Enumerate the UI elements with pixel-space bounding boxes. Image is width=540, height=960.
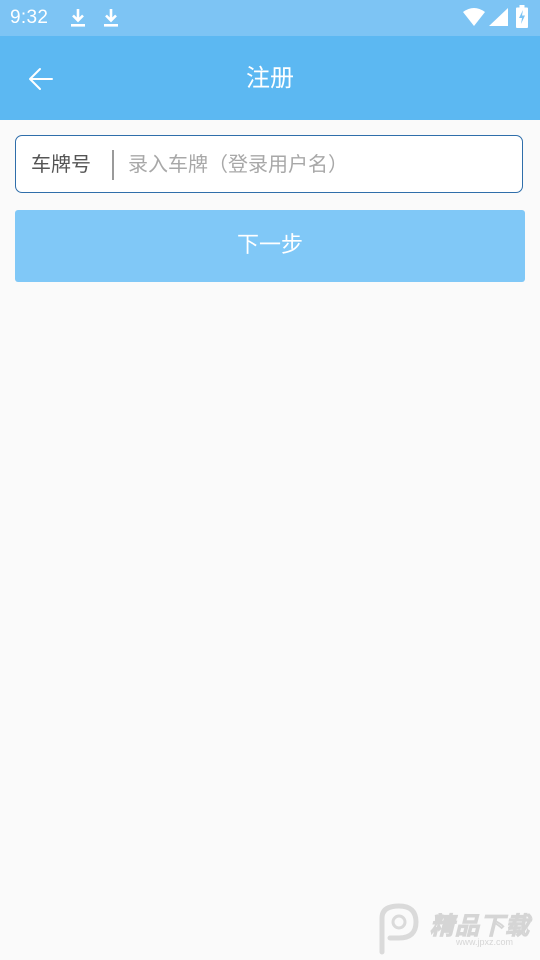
watermark: 精品下载 www.jpxz.com bbox=[372, 900, 536, 958]
page-title: 注册 bbox=[246, 64, 294, 92]
arrow-left-icon bbox=[29, 68, 53, 90]
next-step-button[interactable]: 下一步 bbox=[15, 210, 525, 282]
download-icon bbox=[71, 9, 85, 27]
watermark-url: www.jpxz.com bbox=[456, 937, 514, 947]
watermark-logo-icon bbox=[379, 903, 419, 955]
back-button[interactable] bbox=[16, 54, 66, 104]
field-divider bbox=[112, 150, 114, 180]
watermark-text: 精品下载 bbox=[430, 912, 530, 941]
signal-icon bbox=[489, 8, 508, 26]
status-time: 9:32 bbox=[10, 7, 49, 28]
wifi-icon bbox=[463, 8, 485, 26]
battery-charging-icon bbox=[516, 5, 528, 28]
plate-number-field[interactable]: 车牌号 bbox=[15, 135, 523, 193]
app-bar: 注册 bbox=[0, 36, 540, 120]
status-bar: 9:32 bbox=[0, 0, 540, 36]
plate-number-input[interactable] bbox=[128, 140, 508, 188]
download-icon bbox=[104, 9, 118, 27]
plate-number-label: 车牌号 bbox=[31, 152, 91, 176]
